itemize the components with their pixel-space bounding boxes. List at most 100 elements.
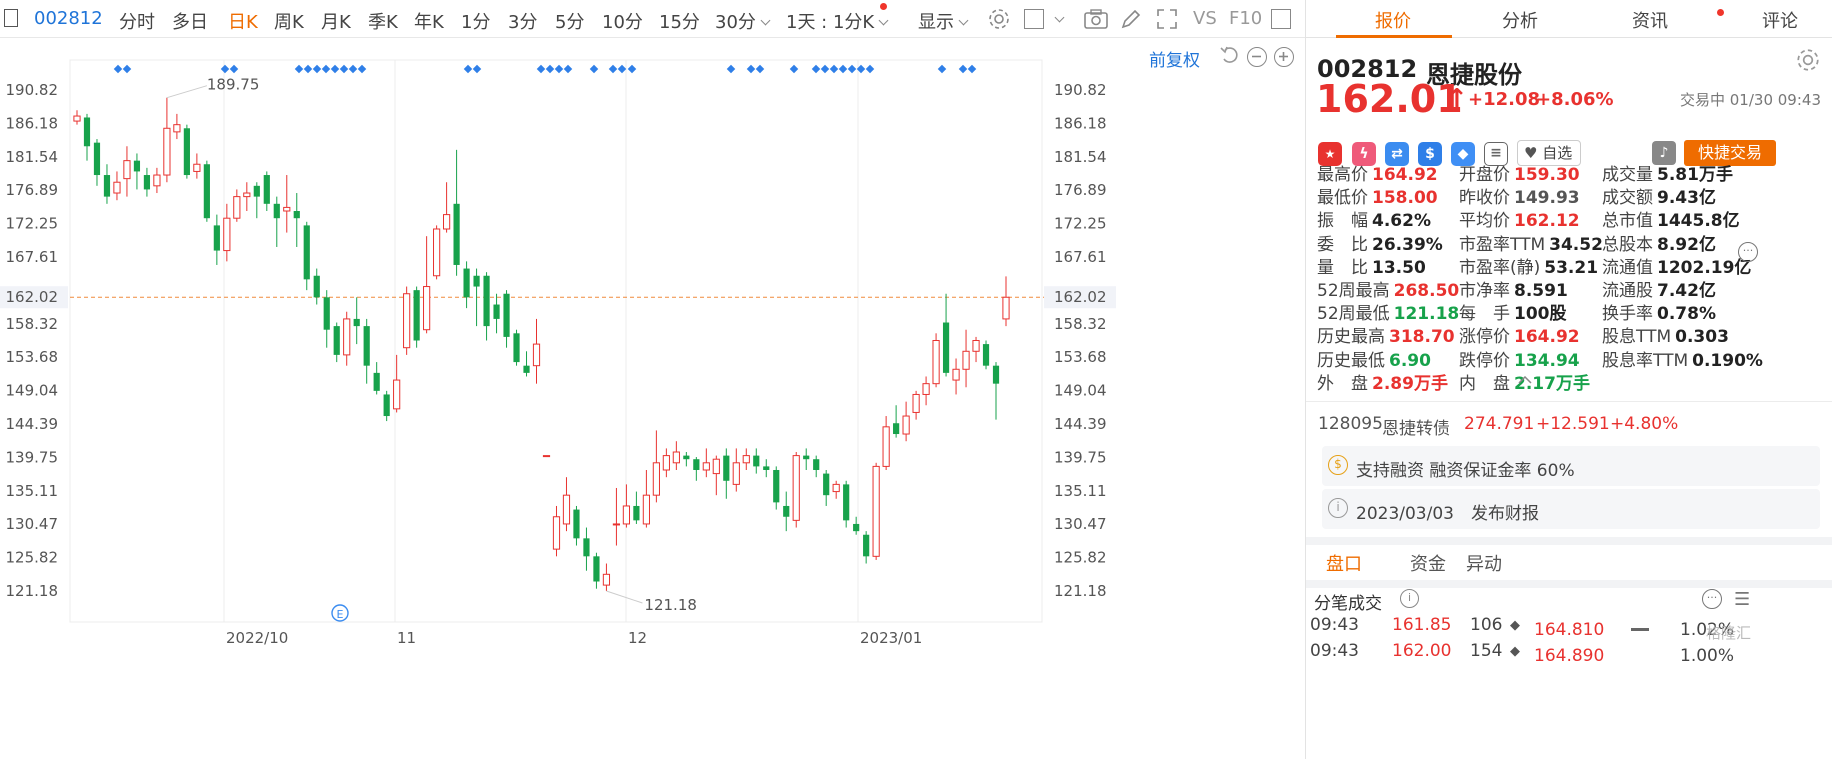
- event-diamond-icon: [563, 64, 573, 74]
- candle: [652, 430, 660, 503]
- candle-body: [753, 455, 760, 467]
- sub-tab-orderbook[interactable]: 盘口: [1326, 550, 1362, 576]
- candle-body: [513, 333, 520, 363]
- quote-item: 股息TTM 0.303: [1602, 322, 1729, 347]
- camera-icon[interactable]: [1083, 8, 1109, 35]
- tab-30min[interactable]: 30分: [715, 8, 771, 34]
- quote-label: 最低价: [1317, 188, 1368, 209]
- candle-body: [932, 340, 940, 385]
- event-diamond-icon: [536, 64, 546, 74]
- tab-1min[interactable]: 1分: [461, 8, 490, 34]
- interval-dropdown[interactable]: 1天 : 1分K: [786, 8, 889, 34]
- fullscreen-icon[interactable]: [1156, 8, 1178, 35]
- y-axis-label-right: 153.68: [1054, 348, 1107, 366]
- settings-gear-icon[interactable]: [987, 7, 1011, 36]
- quote-label: 每 手: [1459, 304, 1510, 325]
- candle: [893, 405, 900, 438]
- event-diamond-icon: [463, 64, 473, 74]
- tab-monthly-k[interactable]: 月K: [321, 8, 351, 34]
- event-diamond-icon: [330, 64, 340, 74]
- pencil-icon[interactable]: [1120, 8, 1142, 35]
- kline-chart[interactable]: 前复权 E 190.82 190.82 186.18 186.18 181.54 181.…: [0, 38, 1305, 759]
- tab-10min[interactable]: 10分: [602, 8, 643, 34]
- y-axis-label-left: 190.82: [6, 81, 59, 99]
- candle-body: [123, 160, 131, 180]
- convertible-price: 274.791: [1464, 414, 1535, 434]
- quote-item: 流通值 1202.19亿: [1602, 253, 1751, 278]
- candle: [183, 124, 190, 179]
- more-options-icon[interactable]: ···: [1702, 589, 1722, 609]
- tab-yearly-k[interactable]: 年K: [414, 8, 444, 34]
- convertible-name[interactable]: 恩捷转债: [1382, 414, 1450, 439]
- candle-body: [633, 505, 640, 521]
- margin-info-row[interactable]: $ 支持融资 融资保证金率 60%: [1322, 446, 1820, 486]
- candle-body: [393, 379, 401, 410]
- candle: [912, 390, 920, 420]
- candle: [283, 175, 291, 233]
- y-axis-label-right: 190.82: [1054, 81, 1107, 99]
- settings-sliders-icon[interactable]: ☰: [1734, 589, 1750, 610]
- candle: [832, 480, 840, 499]
- event-diamond-icon: [303, 64, 313, 74]
- panel-toggle-icon[interactable]: [4, 9, 18, 27]
- more-options-icon[interactable]: ···: [1738, 242, 1758, 262]
- quote-item: 市盈率(静) 53.21: [1459, 253, 1598, 278]
- quote-item: 振 幅 4.62%: [1317, 206, 1431, 231]
- candle: [503, 290, 510, 348]
- layout-square-icon[interactable]: [1024, 9, 1044, 29]
- settings-gear-icon[interactable]: [1795, 47, 1821, 77]
- sidebar-toggle-icon[interactable]: [1271, 9, 1291, 29]
- y-axis-label-left: 149.04: [6, 382, 59, 400]
- display-dropdown[interactable]: 显示: [918, 8, 969, 34]
- collapse-up-icon[interactable]: [1318, 376, 1532, 384]
- tab-comments[interactable]: 评论: [1762, 7, 1798, 33]
- kline-plot[interactable]: E 190.82 190.82 186.18 186.18 181.54 181.54 17…: [0, 38, 1305, 759]
- y-axis-label-right: 125.82: [1054, 549, 1107, 567]
- convertible-code[interactable]: 128095: [1318, 414, 1383, 434]
- candle-body: [1002, 296, 1010, 320]
- max-pointer: [166, 85, 208, 99]
- tab-news[interactable]: 资讯: [1632, 7, 1668, 33]
- candle: [133, 153, 141, 190]
- quote-item: 跌停价 134.94: [1459, 346, 1580, 371]
- tab-daily-k[interactable]: 日K: [228, 8, 258, 34]
- candle: [163, 97, 171, 183]
- event-diamond-icon: [472, 64, 482, 74]
- stock-code-label[interactable]: 002812: [34, 8, 103, 29]
- tick-time: 09:43: [1310, 615, 1359, 635]
- divider: [1306, 580, 1832, 588]
- chevron-down-icon[interactable]: [1054, 12, 1065, 23]
- tab-analysis[interactable]: 分析: [1502, 7, 1538, 33]
- interval-label: 1天 : 1分K: [786, 12, 875, 33]
- tab-duori[interactable]: 多日: [172, 8, 208, 34]
- quote-value: 162.12: [1514, 211, 1580, 232]
- y-axis-label-left: 158.32: [6, 315, 59, 333]
- f10-button[interactable]: F10: [1229, 8, 1262, 29]
- tab-weekly-k[interactable]: 周K: [274, 8, 304, 34]
- sub-tab-fund[interactable]: 资金: [1410, 550, 1446, 576]
- y-axis-label-right: 139.75: [1054, 448, 1107, 466]
- candle: [723, 448, 730, 499]
- info-icon[interactable]: i: [1400, 589, 1419, 608]
- quote-value: 268.50: [1393, 281, 1460, 301]
- tab-quarterly-k[interactable]: 季K: [368, 8, 398, 34]
- report-info-row[interactable]: i 2023/03/03 发布财报: [1322, 489, 1820, 529]
- event-diamond-icon: [967, 64, 977, 74]
- candle: [223, 203, 231, 262]
- quote-label: 股息TTM: [1602, 327, 1672, 348]
- candle-body: [832, 483, 840, 493]
- candle: [922, 376, 930, 406]
- candle-body: [523, 365, 530, 373]
- tab-quote[interactable]: 报价: [1375, 7, 1411, 33]
- vs-button[interactable]: VS: [1193, 8, 1217, 29]
- tab-3min[interactable]: 3分: [508, 8, 537, 34]
- tab-fenshi[interactable]: 分时: [119, 8, 155, 34]
- candle: [483, 272, 490, 341]
- quote-item: 每 手 100股: [1459, 299, 1567, 324]
- tab-15min[interactable]: 15分: [659, 8, 700, 34]
- candle: [763, 459, 770, 478]
- candle-body: [363, 326, 370, 366]
- candle: [203, 160, 210, 222]
- sub-tab-movement[interactable]: 异动: [1466, 550, 1502, 576]
- tab-5min[interactable]: 5分: [555, 8, 584, 34]
